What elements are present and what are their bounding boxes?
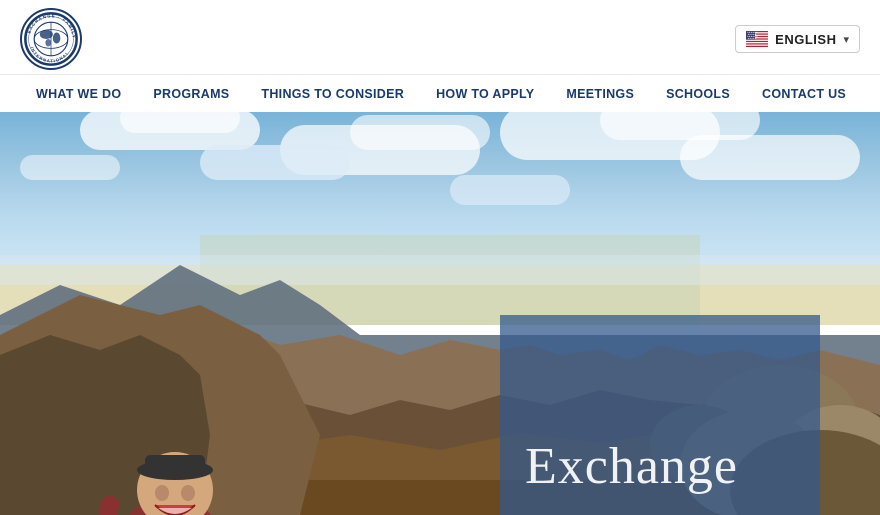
hero-overlay-text: Exchange — [525, 438, 738, 495]
chevron-down-icon: ▾ — [843, 33, 849, 46]
logo-area[interactable]: EXCHANGE · FAMILY · INTERNATIONAL — [20, 8, 82, 70]
nav-item-schools[interactable]: SCHOOLS — [650, 75, 746, 113]
nav-item-how-to-apply[interactable]: HOW TO APPLY — [420, 75, 550, 113]
nav-item-contact-us[interactable]: CONTACT US — [746, 75, 862, 113]
header-top: EXCHANGE · FAMILY · INTERNATIONAL — [0, 0, 880, 74]
logo-circle: EXCHANGE · FAMILY · INTERNATIONAL — [20, 8, 82, 70]
nav-item-meetings[interactable]: MEETINGS — [550, 75, 650, 113]
language-label: ENGLISH — [775, 32, 836, 47]
site-header: EXCHANGE · FAMILY · INTERNATIONAL — [0, 0, 880, 95]
navigation-bar: WHAT WE DO PROGRAMS THINGS TO CONSIDER H… — [0, 74, 880, 112]
logo-svg: EXCHANGE · FAMILY · INTERNATIONAL — [22, 10, 80, 68]
nav-item-what-we-do[interactable]: WHAT WE DO — [20, 75, 137, 113]
us-flag-icon: ★★★★★★ ★★★★★ ★★★★★★ ★★★★★ — [746, 31, 768, 47]
nav-item-programs[interactable]: PROGRAMS — [137, 75, 245, 113]
language-selector[interactable]: ★★★★★★ ★★★★★ ★★★★★★ ★★★★★ ENGLISH ▾ — [735, 25, 860, 53]
svg-text:★★★★★: ★★★★★ — [748, 37, 757, 40]
hero-section: Exchange — [0, 95, 880, 515]
hero-overlay-card: Exchange — [500, 315, 820, 515]
nav-item-things-to-consider[interactable]: THINGS TO CONSIDER — [245, 75, 420, 113]
